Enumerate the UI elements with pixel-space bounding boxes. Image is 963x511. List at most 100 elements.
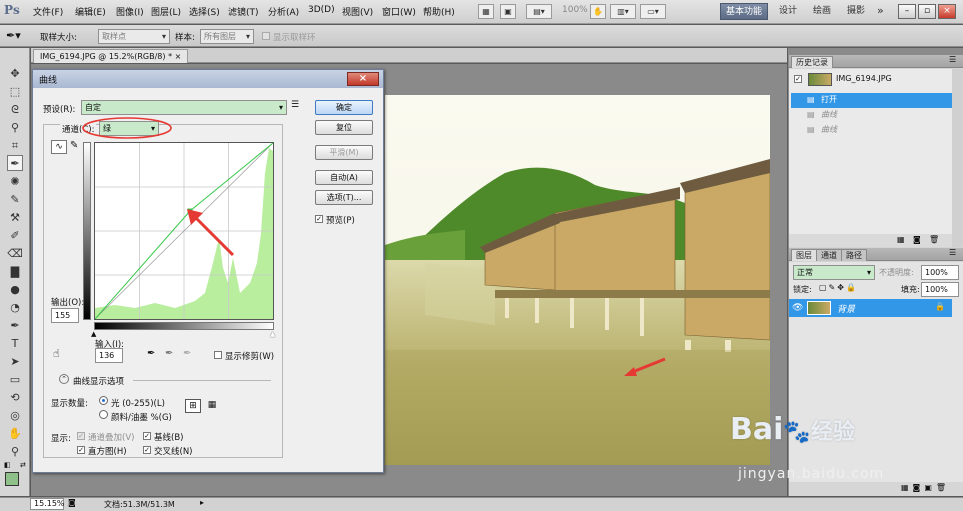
white-point-slider-icon[interactable]: ▲ xyxy=(270,330,275,338)
smooth-button[interactable]: 平滑(M) xyxy=(315,145,373,160)
crop-tool-icon[interactable]: ⌗ xyxy=(7,138,23,154)
tab-history[interactable]: 历史记录 xyxy=(791,56,833,68)
gray-eyedropper-icon[interactable]: ✒ xyxy=(165,348,173,359)
history-item[interactable]: ▤ 打开 xyxy=(791,93,952,108)
blend-mode-select[interactable]: 正常 ▾ xyxy=(793,265,875,280)
menu-select[interactable]: 选择(S) xyxy=(189,5,220,19)
panel-menu-icon[interactable]: ☰ xyxy=(949,55,956,64)
ok-button[interactable]: 确定 xyxy=(315,100,373,115)
swap-colors-icon[interactable]: ⇄ xyxy=(20,461,28,469)
pigment-radio[interactable] xyxy=(99,410,108,419)
bridge-icon[interactable]: ▦ xyxy=(478,4,494,19)
marquee-tool-icon[interactable]: ⬚ xyxy=(7,84,23,100)
eye-icon[interactable]: 👁 xyxy=(792,303,803,313)
mini-bridge-icon[interactable]: ▣ xyxy=(500,4,516,19)
workspace-painting[interactable]: 绘画 xyxy=(808,3,836,20)
show-clipping-checkbox[interactable] xyxy=(214,351,222,359)
black-point-slider-icon[interactable]: ▲ xyxy=(91,330,96,338)
black-eyedropper-icon[interactable]: ✒ xyxy=(147,348,155,359)
menu-analysis[interactable]: 分析(A) xyxy=(268,5,299,19)
default-colors-icon[interactable]: ◧ xyxy=(4,461,12,469)
type-tool-icon[interactable]: T xyxy=(7,336,23,352)
zoom-select[interactable]: 100% xyxy=(562,5,588,19)
history-snapshot[interactable]: ✓ IMG_6194.JPG xyxy=(791,72,952,87)
move-tool-icon[interactable]: ✥ xyxy=(7,66,23,82)
screen-mode-icon[interactable]: ▭▾ xyxy=(640,4,666,19)
panel-menu-icon[interactable]: ☰ xyxy=(949,248,956,257)
input-field[interactable]: 136 xyxy=(95,348,123,363)
more-workspaces[interactable]: » xyxy=(872,3,889,20)
show-ring-checkbox[interactable] xyxy=(262,32,270,40)
close-icon[interactable]: × xyxy=(938,4,956,19)
shape-tool-icon[interactable]: ▭ xyxy=(7,372,23,388)
history-scrollbar[interactable] xyxy=(952,69,963,247)
menu-window[interactable]: 窗口(W) xyxy=(382,5,416,19)
fill-field[interactable]: 100% xyxy=(921,282,959,297)
curve-edit-icon[interactable]: ∿ xyxy=(51,140,67,154)
auto-button[interactable]: 自动(A) xyxy=(315,170,373,185)
baseline-checkbox[interactable]: ✓ xyxy=(143,432,151,440)
3d-rotate-tool-icon[interactable]: ⟲ xyxy=(7,390,23,406)
menu-edit[interactable]: 编辑(E) xyxy=(75,5,106,19)
preset-select[interactable]: 自定 ▾ xyxy=(81,100,287,115)
3d-orbit-tool-icon[interactable]: ◎ xyxy=(7,408,23,424)
layer-actions-icon[interactable]: ▦◙▣🗑 xyxy=(901,483,950,492)
preview-checkbox[interactable]: ✓ xyxy=(315,215,323,223)
history-item[interactable]: ▤ 曲线 xyxy=(791,108,952,123)
light-radio[interactable] xyxy=(99,396,108,405)
clone-stamp-tool-icon[interactable]: ⚒ xyxy=(7,210,23,226)
channel-overlay-checkbox[interactable]: ✓ xyxy=(77,432,85,440)
sample-size-select[interactable]: 取样点 ▾ xyxy=(98,29,170,44)
tab-channels[interactable]: 通道 xyxy=(816,249,842,261)
quick-select-tool-icon[interactable]: ⚲ xyxy=(7,120,23,136)
gradient-tool-icon[interactable]: ▇ xyxy=(7,264,23,280)
path-select-tool-icon[interactable]: ➤ xyxy=(7,354,23,370)
workspace-photography[interactable]: 摄影 xyxy=(842,3,870,20)
menu-help[interactable]: 帮助(H) xyxy=(423,5,455,19)
blur-tool-icon[interactable]: ● xyxy=(7,282,23,298)
preset-menu-icon[interactable]: ☰ xyxy=(291,100,299,110)
histogram-checkbox[interactable]: ✓ xyxy=(77,446,85,454)
eraser-tool-icon[interactable]: ⌫ xyxy=(7,246,23,262)
foreground-color-swatch[interactable] xyxy=(5,472,19,486)
document-tab[interactable]: IMG_6194.JPG @ 15.2%(RGB/8) * × xyxy=(33,49,189,63)
view-extras-icon[interactable]: ▤▾ xyxy=(526,4,552,19)
tab-layers[interactable]: 图层 xyxy=(791,249,817,261)
targeted-adjust-icon[interactable]: ☝ xyxy=(53,347,60,360)
reset-button[interactable]: 复位 xyxy=(315,120,373,135)
zoom-field[interactable]: 15.15% xyxy=(30,498,65,510)
opacity-field[interactable]: 100% xyxy=(921,265,959,280)
white-eyedropper-icon[interactable]: ✒ xyxy=(183,348,191,359)
zoom-tool-icon[interactable]: ⚲ xyxy=(7,444,23,460)
restore-icon[interactable]: ▫ xyxy=(918,4,936,19)
new-document-icon[interactable]: ▦ xyxy=(897,235,905,244)
hand-tool-icon[interactable]: ✋ xyxy=(7,426,23,442)
pen-tool-icon[interactable]: ✒ xyxy=(7,318,23,334)
eyedropper-tool-preset-icon[interactable]: ✒▾ xyxy=(6,28,30,43)
tab-paths[interactable]: 路径 xyxy=(841,249,867,261)
hand-icon[interactable]: ✋ xyxy=(590,4,606,19)
status-menu-icon[interactable]: ▸ xyxy=(200,498,204,507)
trash-icon[interactable]: 🗑 xyxy=(929,235,939,244)
sample-select[interactable]: 所有图层 ▾ xyxy=(200,29,254,44)
history-brush-tool-icon[interactable]: ✐ xyxy=(7,228,23,244)
snapshot-source-checkbox[interactable]: ✓ xyxy=(794,75,802,83)
eyedropper-tool-icon[interactable]: ✒ xyxy=(7,155,23,171)
collapse-options-icon[interactable]: ⌃ xyxy=(59,374,69,384)
menu-view[interactable]: 视图(V) xyxy=(342,5,373,19)
healing-brush-tool-icon[interactable]: ✺ xyxy=(7,174,23,190)
output-field[interactable]: 155 xyxy=(51,308,79,323)
simple-grid-icon[interactable]: ⊞ xyxy=(185,399,201,413)
history-item[interactable]: ▤ 曲线 xyxy=(791,123,952,138)
workspace-design[interactable]: 设计 xyxy=(774,3,802,20)
document-image[interactable] xyxy=(385,95,770,465)
menu-file[interactable]: 文件(F) xyxy=(33,5,63,19)
menu-3d[interactable]: 3D(D) xyxy=(308,5,335,19)
options-button[interactable]: 选项(T)... xyxy=(315,190,373,205)
dialog-titlebar[interactable]: 曲线 × xyxy=(33,70,383,88)
arrange-docs-icon[interactable]: ▥▾ xyxy=(610,4,636,19)
lock-options-icon[interactable]: ▢✎✥🔒 xyxy=(819,283,858,292)
workspace-essentials[interactable]: 基本功能 xyxy=(720,3,769,20)
detailed-grid-icon[interactable]: ▦ xyxy=(205,399,219,413)
lasso-tool-icon[interactable]: ᘓ xyxy=(7,102,23,118)
